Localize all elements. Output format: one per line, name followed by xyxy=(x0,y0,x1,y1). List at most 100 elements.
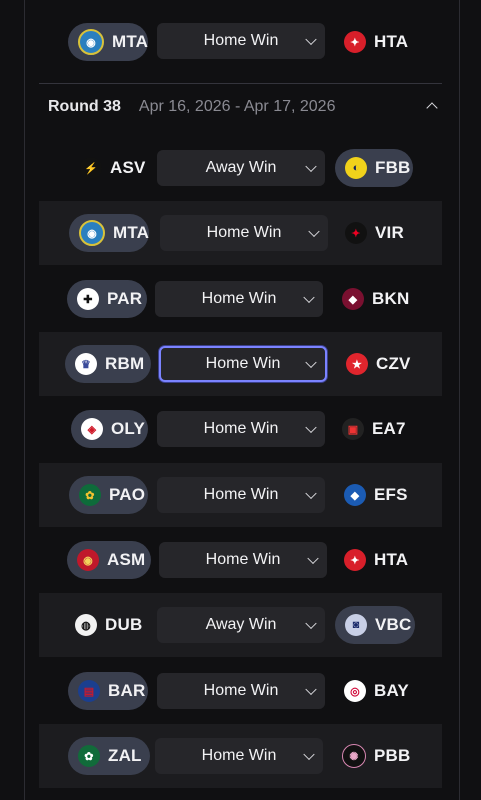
chevron-down-icon xyxy=(305,617,317,630)
round-title: Round 38 xyxy=(48,98,121,115)
pick-value: Home Win xyxy=(206,224,282,241)
home-team-asm[interactable]: ◉ ASM xyxy=(67,541,151,579)
chevron-down-icon xyxy=(305,160,317,173)
section-divider xyxy=(39,83,442,84)
pick-value: Home Win xyxy=(205,551,281,568)
home-team-bar[interactable]: ▤ BAR xyxy=(68,672,148,710)
home-team-abbr: DUB xyxy=(105,615,143,634)
away-team-ea7[interactable]: ▣ EA7 xyxy=(342,410,410,448)
home-team-zal[interactable]: ✿ ZAL xyxy=(68,737,150,775)
pbb-logo-icon: ✺ xyxy=(342,744,366,768)
away-team-abbr: HTA xyxy=(374,32,409,51)
round-header[interactable]: Round 38 Apr 16, 2026 - Apr 17, 2026 xyxy=(48,98,335,116)
pao-logo-icon: ✿ xyxy=(79,484,101,506)
bkn-logo-icon: ◆ xyxy=(342,288,364,310)
away-team-abbr: PBB xyxy=(374,746,411,765)
home-team-abbr: MTA xyxy=(112,32,149,51)
home-team-oly[interactable]: ◈ OLY xyxy=(71,410,148,448)
away-team-abbr: FBB xyxy=(375,158,411,177)
away-team-abbr: BKN xyxy=(372,289,410,308)
chevron-down-icon xyxy=(305,683,317,696)
away-team-vir[interactable]: ✦ VIR xyxy=(345,214,415,252)
away-team-abbr: HTA xyxy=(374,550,409,569)
hta-logo-icon: ✦ xyxy=(344,31,366,53)
chevron-down-icon xyxy=(308,225,320,238)
home-team-abbr: ASM xyxy=(107,550,146,569)
vbc-logo-icon: ◙ xyxy=(345,614,367,636)
away-team-fbb[interactable]: ◐ FBB xyxy=(335,149,413,187)
chevron-down-icon xyxy=(305,33,317,46)
pick-select[interactable]: Home Win xyxy=(155,738,323,774)
pick-select[interactable]: Home Win xyxy=(160,215,328,251)
pick-value: Home Win xyxy=(203,682,279,699)
pick-value: Home Win xyxy=(203,32,279,49)
away-team-hta[interactable]: ✦ HTA xyxy=(344,541,414,579)
home-team-rbm[interactable]: ♛ RBM xyxy=(65,345,151,383)
away-team-bkn[interactable]: ◆ BKN xyxy=(342,280,418,318)
hta-logo-icon: ✦ xyxy=(344,549,366,571)
chevron-down-icon xyxy=(305,421,317,434)
mta-logo-icon: ◉ xyxy=(78,29,104,55)
pick-select[interactable]: Home Win xyxy=(157,673,325,709)
chevron-down-icon xyxy=(303,748,315,761)
home-team-abbr: BAR xyxy=(108,681,146,700)
czv-logo-icon: ★ xyxy=(346,353,368,375)
bar-logo-icon: ▤ xyxy=(78,680,100,702)
home-team-abbr: MTA xyxy=(113,223,150,242)
home-team-abbr: ASV xyxy=(110,158,146,177)
home-team-abbr: ZAL xyxy=(108,746,142,765)
chevron-down-icon xyxy=(305,356,317,369)
rbm-logo-icon: ♛ xyxy=(75,353,97,375)
home-team-dub[interactable]: ◍ DUB xyxy=(75,606,143,644)
away-team-abbr: EFS xyxy=(374,485,408,504)
pick-value: Home Win xyxy=(205,355,281,372)
pick-value: Away Win xyxy=(205,616,277,633)
pick-select[interactable]: Home Win xyxy=(157,23,325,59)
away-team-pbb[interactable]: ✺ PBB xyxy=(342,737,414,775)
home-team-mta[interactable]: ◉ MTA xyxy=(69,214,149,252)
pick-select[interactable]: Home Win xyxy=(159,346,327,382)
pick-select[interactable]: Home Win xyxy=(157,411,325,447)
pick-select[interactable]: Home Win xyxy=(157,477,325,513)
dub-logo-icon: ◍ xyxy=(75,614,97,636)
fbb-logo-icon: ◐ xyxy=(345,157,367,179)
par-logo-icon: ✚ xyxy=(77,288,99,310)
away-team-bay[interactable]: ◎ BAY xyxy=(344,672,414,710)
oly-logo-icon: ◈ xyxy=(81,418,103,440)
home-team-abbr: RBM xyxy=(105,354,145,373)
ea7-logo-icon: ▣ xyxy=(342,418,364,440)
home-team-abbr: PAO xyxy=(109,485,146,504)
pick-select[interactable]: Away Win xyxy=(157,607,325,643)
away-team-efs[interactable]: ◆ EFS xyxy=(344,476,414,514)
pick-select[interactable]: Home Win xyxy=(155,281,323,317)
away-team-abbr: CZV xyxy=(376,354,411,373)
pick-select[interactable]: Home Win xyxy=(159,542,327,578)
home-team-mta[interactable]: ◉ MTA xyxy=(68,23,148,61)
away-team-abbr: VBC xyxy=(375,615,412,634)
away-team-czv[interactable]: ★ CZV xyxy=(346,345,416,383)
away-team-abbr: EA7 xyxy=(372,419,406,438)
bay-logo-icon: ◎ xyxy=(344,680,366,702)
pick-value: Away Win xyxy=(205,159,277,176)
pick-value: Home Win xyxy=(201,747,277,764)
chevron-down-icon xyxy=(303,291,315,304)
home-team-pao[interactable]: ✿ PAO xyxy=(69,476,148,514)
pick-value: Home Win xyxy=(203,420,279,437)
chevron-down-icon xyxy=(305,487,317,500)
zal-logo-icon: ✿ xyxy=(78,745,100,767)
home-team-abbr: OLY xyxy=(111,419,145,438)
home-team-abbr: PAR xyxy=(107,289,143,308)
away-team-abbr: BAY xyxy=(374,681,409,700)
pick-select[interactable]: Away Win xyxy=(157,150,325,186)
asv-logo-icon: ⚡ xyxy=(80,157,102,179)
chevron-down-icon xyxy=(307,552,319,565)
round-dates: Apr 16, 2026 - Apr 17, 2026 xyxy=(138,98,336,115)
away-team-vbc[interactable]: ◙ VBC xyxy=(335,606,415,644)
asm-logo-icon: ◉ xyxy=(77,549,99,571)
away-team-hta[interactable]: ✦ HTA xyxy=(344,23,424,61)
pick-value: Home Win xyxy=(201,290,277,307)
efs-logo-icon: ◆ xyxy=(344,484,366,506)
home-team-par[interactable]: ✚ PAR xyxy=(67,280,147,318)
mta-logo-icon: ◉ xyxy=(79,220,105,246)
home-team-asv[interactable]: ⚡ ASV xyxy=(80,149,146,187)
